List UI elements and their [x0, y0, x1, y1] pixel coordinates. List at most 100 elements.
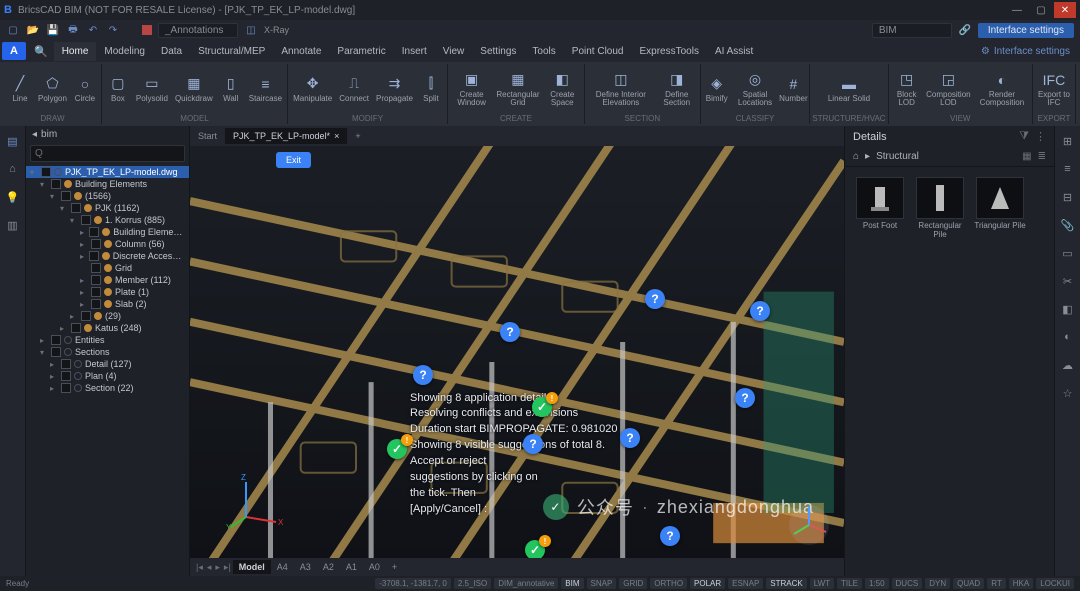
- expand-icon[interactable]: ▸: [80, 240, 88, 249]
- tree-node[interactable]: ▸ (29): [26, 310, 189, 322]
- open-icon[interactable]: 📂: [26, 23, 40, 37]
- new-tab-button[interactable]: +: [347, 128, 368, 144]
- suggestion-question-marker[interactable]: ?: [645, 289, 665, 309]
- search-icon[interactable]: 🔍: [34, 45, 48, 58]
- visibility-checkbox[interactable]: [89, 227, 99, 237]
- undo-icon[interactable]: ↶: [86, 23, 100, 37]
- tree-node[interactable]: ▸Discrete Accessory (427): [26, 250, 189, 262]
- rail-materials-icon[interactable]: ◧: [1059, 300, 1077, 318]
- ribbon-split-button[interactable]: ⫿Split: [417, 64, 445, 113]
- status-toggle-ducs[interactable]: DUCS: [892, 578, 923, 589]
- rail-structure-icon[interactable]: ▤: [4, 132, 22, 150]
- tree-node[interactable]: ▾PJK_TP_EK_LP-model.dwg: [26, 166, 189, 178]
- maximize-button[interactable]: ▢: [1030, 2, 1052, 18]
- expand-icon[interactable]: ▾: [60, 204, 68, 213]
- list-view-icon[interactable]: ≣: [1038, 151, 1046, 162]
- status-toggle-rt[interactable]: RT: [987, 578, 1006, 589]
- ribbon-connect-button[interactable]: ⎍Connect: [336, 64, 372, 113]
- xray-icon[interactable]: ◫: [244, 23, 258, 37]
- visibility-checkbox[interactable]: [89, 251, 99, 261]
- layout-tab-a1[interactable]: A1: [340, 560, 363, 574]
- rail-attachments-icon[interactable]: 📎: [1059, 216, 1077, 234]
- menu-tab-parametric[interactable]: Parametric: [329, 42, 393, 61]
- status-toggle-ortho[interactable]: ORTHO: [650, 578, 687, 589]
- rail-sheets-icon[interactable]: ▭: [1059, 244, 1077, 262]
- status-toggle-quad[interactable]: QUAD: [953, 578, 984, 589]
- component-card-rectangular-pile[interactable]: Rectangular Pile: [913, 177, 967, 240]
- visibility-checkbox[interactable]: [71, 323, 81, 333]
- status-toggle-esnap[interactable]: ESNAP: [728, 578, 763, 589]
- layout-tab-a3[interactable]: A3: [294, 560, 317, 574]
- tree-node[interactable]: Grid: [26, 262, 189, 274]
- ribbon-staircase-button[interactable]: ≡Staircase: [246, 64, 285, 113]
- ribbon-line-button[interactable]: ╱Line: [6, 64, 34, 113]
- rail-home-icon[interactable]: ⌂: [4, 160, 22, 178]
- status-toggle-bim[interactable]: BIM: [561, 578, 583, 589]
- close-tab-icon[interactable]: ×: [334, 131, 339, 141]
- rail-properties-icon[interactable]: ≡: [1059, 160, 1077, 178]
- tree-node[interactable]: ▸Entities: [26, 334, 189, 346]
- menu-tab-ai-assist[interactable]: AI Assist: [707, 42, 761, 61]
- status-scale[interactable]: 2.5_ISO: [454, 578, 491, 589]
- exit-propagate-button[interactable]: Exit: [276, 152, 311, 168]
- component-card-triangular-pile[interactable]: Triangular Pile: [973, 177, 1027, 240]
- menu-tab-modeling[interactable]: Modeling: [96, 42, 153, 61]
- visibility-checkbox[interactable]: [51, 335, 61, 345]
- expand-icon[interactable]: ▸: [80, 276, 88, 285]
- layout-last-icon[interactable]: ▸|: [222, 562, 233, 573]
- ribbon-composition-lod-button[interactable]: ◲Composition LOD: [924, 64, 973, 113]
- document-tab[interactable]: PJK_TP_EK_LP-model*×: [225, 128, 347, 144]
- menu-tab-point-cloud[interactable]: Point Cloud: [564, 42, 632, 61]
- menu-tab-data[interactable]: Data: [153, 42, 190, 61]
- expand-icon[interactable]: ▸: [60, 324, 68, 333]
- expand-icon[interactable]: ▸: [50, 384, 58, 393]
- visibility-checkbox[interactable]: [91, 239, 101, 249]
- ribbon-rectangular-grid-button[interactable]: ▦Rectangular Grid: [494, 64, 541, 113]
- menu-tab-insert[interactable]: Insert: [394, 42, 435, 61]
- suggestion-warning-marker[interactable]: !: [539, 535, 551, 547]
- tree-node[interactable]: ▸Plan (4): [26, 370, 189, 382]
- expand-icon[interactable]: ▾: [30, 168, 38, 177]
- menu-tab-structural-mep[interactable]: Structural/MEP: [190, 42, 273, 61]
- ribbon-create-window-button[interactable]: ▣Create Window: [450, 64, 493, 113]
- suggestion-question-marker[interactable]: ?: [750, 301, 770, 321]
- rail-layers-icon[interactable]: ▥: [4, 216, 22, 234]
- expand-icon[interactable]: ▸: [50, 360, 58, 369]
- tree-node[interactable]: ▸Member (112): [26, 274, 189, 286]
- tree-node[interactable]: ▸Plate (1): [26, 286, 189, 298]
- tree-node[interactable]: ▾1. Korrus (885): [26, 214, 189, 226]
- layout-first-icon[interactable]: |◂: [194, 562, 205, 573]
- rail-cloud-icon[interactable]: ☁: [1059, 356, 1077, 374]
- rail-panels-icon[interactable]: ⊞: [1059, 132, 1077, 150]
- status-toggle-strack[interactable]: STRACK: [766, 578, 806, 589]
- status-toggle-tile[interactable]: TILE: [837, 578, 862, 589]
- suggestion-question-marker[interactable]: ?: [523, 434, 543, 454]
- tree-node[interactable]: ▸Slab (2): [26, 298, 189, 310]
- close-button[interactable]: ✕: [1054, 2, 1076, 18]
- tree-node[interactable]: ▸Katus (248): [26, 322, 189, 334]
- visibility-checkbox[interactable]: [61, 359, 71, 369]
- layout-next-icon[interactable]: ▸: [213, 562, 222, 573]
- layout-tab-a0[interactable]: A0: [363, 560, 386, 574]
- layer-dropdown[interactable]: _Annotations: [158, 23, 238, 38]
- expand-icon[interactable]: ▸: [40, 336, 48, 345]
- expand-icon[interactable]: ▾: [40, 348, 48, 357]
- visibility-checkbox[interactable]: [91, 299, 101, 309]
- status-annoscale[interactable]: DIM_annotative: [494, 578, 558, 589]
- layout-tab-+[interactable]: +: [386, 560, 403, 574]
- ribbon-bimify-button[interactable]: ◈Bimify: [703, 64, 731, 113]
- suggestion-question-marker[interactable]: ?: [735, 388, 755, 408]
- ribbon-define-interior-elevations-button[interactable]: ◫Define Interior Elevations: [587, 64, 655, 113]
- ribbon-number-button[interactable]: #Number: [779, 64, 807, 113]
- expand-icon[interactable]: ▸: [80, 300, 88, 309]
- status-toggle-hka[interactable]: HKA: [1009, 578, 1033, 589]
- rail-favorites-icon[interactable]: ☆: [1059, 384, 1077, 402]
- tree-node[interactable]: ▸Detail (127): [26, 358, 189, 370]
- interface-settings-link[interactable]: Interface settings: [994, 46, 1070, 57]
- rail-clip-icon[interactable]: ✂: [1059, 272, 1077, 290]
- menu-tab-expresstools[interactable]: ExpressTools: [631, 42, 706, 61]
- status-toggle-polar[interactable]: POLAR: [690, 578, 725, 589]
- ribbon-box-button[interactable]: ▢Box: [104, 64, 132, 113]
- suggestion-question-marker[interactable]: ?: [620, 428, 640, 448]
- document-tab[interactable]: Start: [190, 128, 225, 144]
